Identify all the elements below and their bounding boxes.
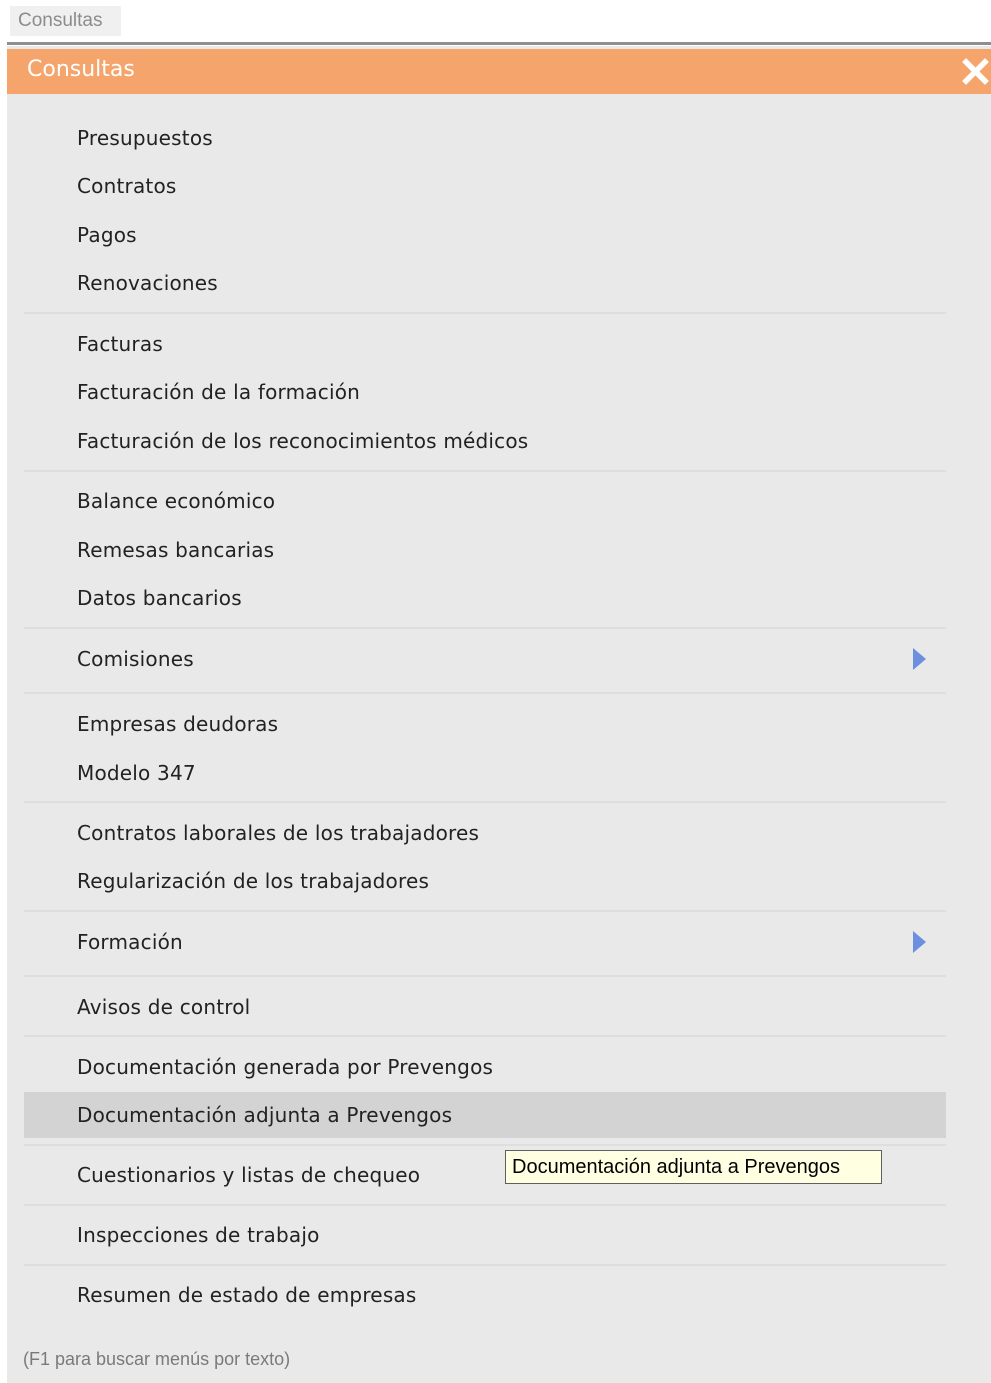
menu-item-avisos-control[interactable]: Avisos de control: [24, 989, 946, 1025]
tooltip: Documentación adjunta a Prevengos: [505, 1150, 882, 1184]
menu-item-label: Contratos laborales de los trabajadores: [77, 821, 480, 845]
menu-item-label: Resumen de estado de empresas: [77, 1283, 417, 1307]
menu-item-balance-economico[interactable]: Balance económico: [24, 483, 946, 519]
menu-item-facturacion-formacion[interactable]: Facturación de la formación: [24, 374, 946, 410]
menu-item-label: Formación: [77, 930, 183, 954]
menu-item-label: Facturación de la formación: [77, 380, 361, 404]
menu-item-empresas-deudoras[interactable]: Empresas deudoras: [24, 706, 946, 742]
submenu-arrow-icon: [913, 931, 926, 953]
menu-item-contratos[interactable]: Contratos: [24, 168, 946, 204]
menu-item-modelo-347[interactable]: Modelo 347: [24, 755, 946, 791]
menu-item-comisiones[interactable]: Comisiones: [24, 637, 946, 681]
menu-item-label: Contratos: [77, 174, 177, 198]
menu-item-formacion[interactable]: Formación: [24, 920, 946, 964]
menu-separator: [24, 470, 946, 472]
menu-item-pagos[interactable]: Pagos: [24, 217, 946, 253]
close-icon[interactable]: [962, 58, 989, 85]
menu-separator: [24, 975, 946, 977]
menu-item-label: Inspecciones de trabajo: [77, 1223, 320, 1247]
menu-item-label: Avisos de control: [77, 995, 251, 1019]
menu-item-inspecciones[interactable]: Inspecciones de trabajo: [24, 1217, 946, 1253]
menu-item-renovaciones[interactable]: Renovaciones: [24, 265, 946, 301]
menu-item-label: Renovaciones: [77, 271, 218, 295]
menu-item-label: Modelo 347: [77, 761, 196, 785]
tab-divider: [7, 42, 991, 45]
search-hint: (F1 para buscar menús por texto): [23, 1349, 291, 1369]
menu-item-regularizacion[interactable]: Regularización de los trabajadores: [24, 863, 946, 899]
menu-item-documentacion-adjunta[interactable]: Documentación adjunta a Prevengos: [24, 1092, 946, 1138]
menu-separator: [24, 627, 946, 629]
panel-title: Consultas: [27, 57, 135, 82]
top-tab-consultas[interactable]: Consultas: [10, 6, 121, 36]
menu-separator: [24, 692, 946, 694]
menu-item-resumen-estado[interactable]: Resumen de estado de empresas: [24, 1277, 946, 1313]
menu-item-documentacion-generada[interactable]: Documentación generada por Prevengos: [24, 1049, 946, 1085]
menu-separator: [24, 910, 946, 912]
menu-separator: [24, 801, 946, 803]
menu-item-facturas[interactable]: Facturas: [24, 326, 946, 362]
menu-separator: [24, 312, 946, 314]
menu-item-presupuestos[interactable]: Presupuestos: [24, 120, 946, 156]
menu-item-label: Remesas bancarias: [77, 538, 275, 562]
menu-item-label: Documentación adjunta a Prevengos: [77, 1103, 453, 1127]
menu-item-label: Comisiones: [77, 647, 194, 671]
menu-item-label: Presupuestos: [77, 126, 213, 150]
menu-item-label: Datos bancarios: [77, 586, 242, 610]
menu-item-label: Documentación generada por Prevengos: [77, 1055, 494, 1079]
menu-item-facturacion-reconocimientos[interactable]: Facturación de los reconocimientos médic…: [24, 423, 946, 459]
submenu-arrow-icon: [913, 648, 926, 670]
menu-item-remesas-bancarias[interactable]: Remesas bancarias: [24, 532, 946, 568]
menu-item-label: Facturas: [77, 332, 163, 356]
menu-item-label: Regularización de los trabajadores: [77, 869, 430, 893]
menu-item-contratos-laborales[interactable]: Contratos laborales de los trabajadores: [24, 815, 946, 851]
menu-separator: [24, 1264, 946, 1266]
menu-item-label: Cuestionarios y listas de chequeo: [77, 1163, 421, 1187]
menu-item-label: Pagos: [77, 223, 137, 247]
menu-item-label: Facturación de los reconocimientos médic…: [77, 429, 529, 453]
panel-title-bar: Consultas: [7, 49, 991, 94]
menu-item-datos-bancarios[interactable]: Datos bancarios: [24, 580, 946, 616]
menu-item-label: Balance económico: [77, 489, 276, 513]
menu-separator: [24, 1144, 946, 1146]
menu-separator: [24, 1204, 946, 1206]
menu-separator: [24, 1035, 946, 1037]
menu-item-label: Empresas deudoras: [77, 712, 279, 736]
